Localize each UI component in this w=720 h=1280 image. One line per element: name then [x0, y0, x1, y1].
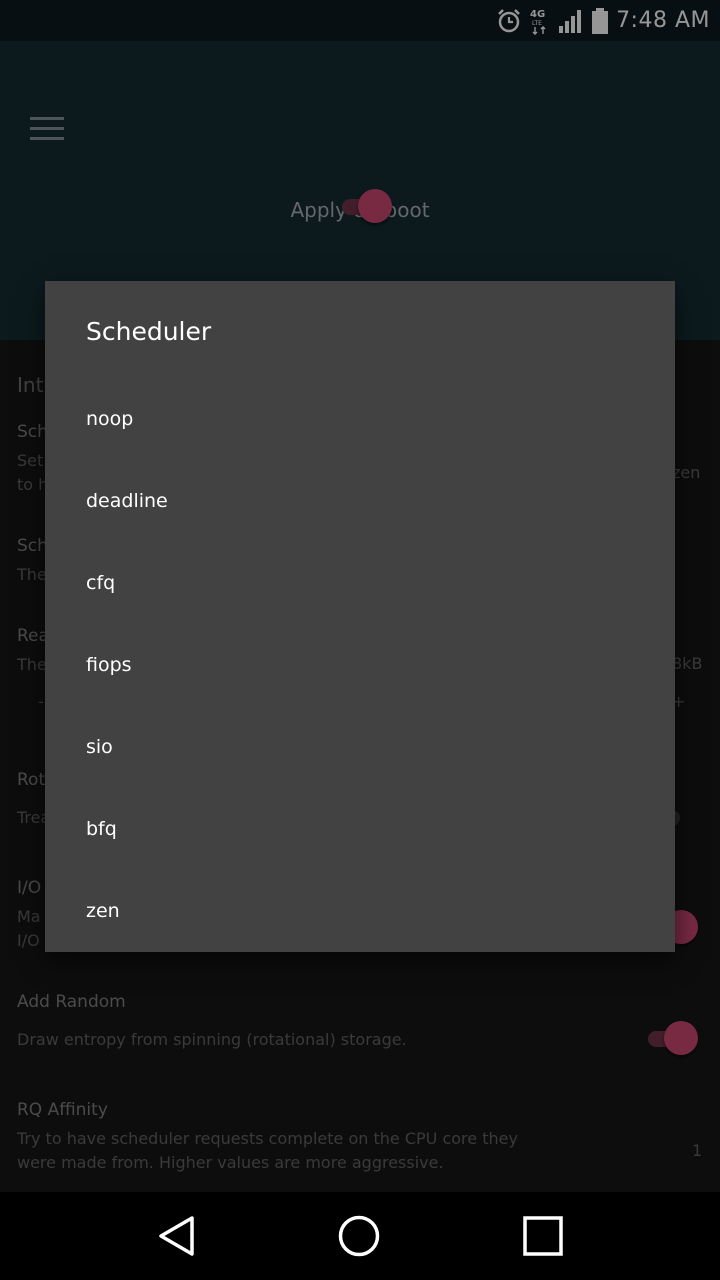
- scheduler-option-zen[interactable]: zen: [45, 872, 675, 954]
- scheduler-option-sio[interactable]: sio: [45, 708, 675, 790]
- option-label: bfq: [86, 818, 117, 840]
- option-label: deadline: [86, 490, 168, 512]
- option-label: zen: [86, 900, 120, 922]
- home-icon[interactable]: [335, 1212, 383, 1260]
- scheduler-option-deadline[interactable]: deadline: [45, 462, 675, 544]
- option-label: noop: [86, 408, 134, 430]
- scheduler-dialog: Scheduler noop deadline cfq fiops sio bf…: [45, 281, 675, 952]
- scheduler-option-noop[interactable]: noop: [45, 380, 675, 462]
- scheduler-option-bfq[interactable]: bfq: [45, 790, 675, 872]
- option-label: cfq: [86, 572, 116, 594]
- option-label: sio: [86, 736, 113, 758]
- recents-icon[interactable]: [519, 1212, 567, 1260]
- scheduler-option-fiops[interactable]: fiops: [45, 626, 675, 708]
- dialog-title: Scheduler: [86, 317, 212, 346]
- back-icon[interactable]: [152, 1212, 200, 1260]
- scheduler-option-cfq[interactable]: cfq: [45, 544, 675, 626]
- option-label: fiops: [86, 654, 132, 676]
- navigation-bar: [0, 1192, 720, 1280]
